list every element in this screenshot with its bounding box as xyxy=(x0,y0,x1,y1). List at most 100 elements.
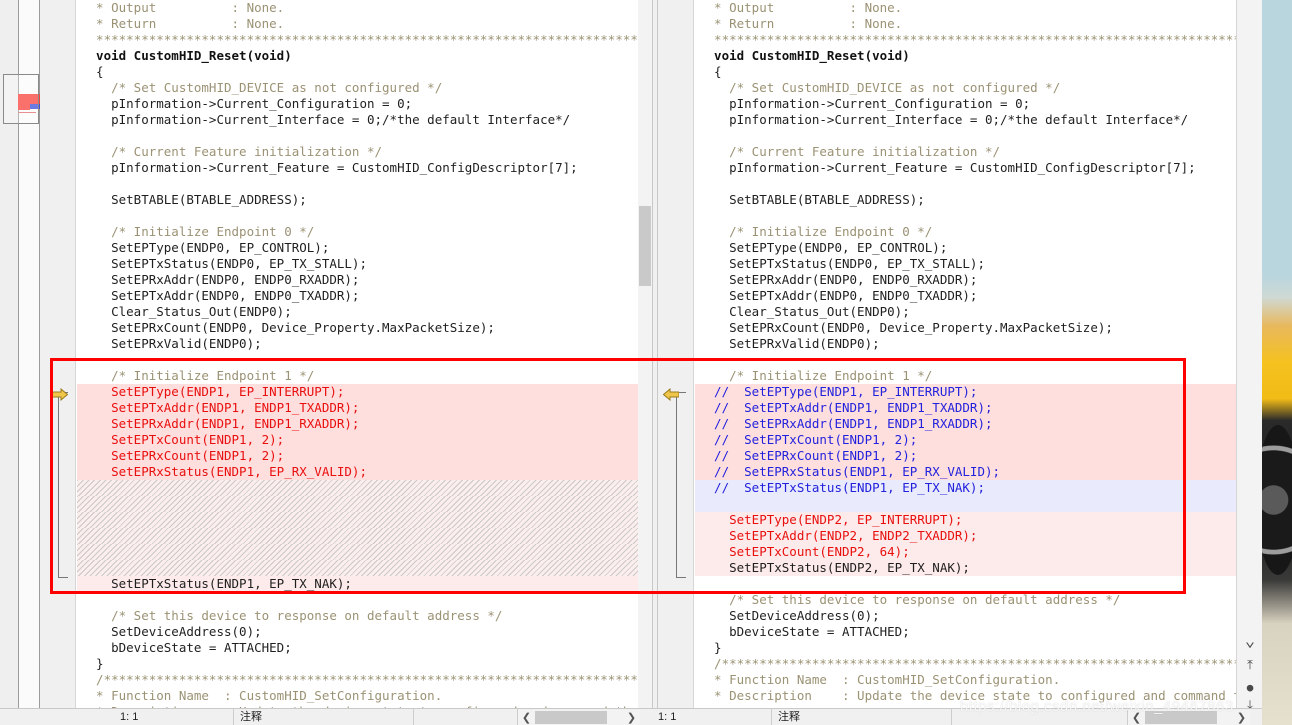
code-line[interactable]: SetDeviceAddress(0); xyxy=(695,608,1248,624)
code-line[interactable]: bDeviceState = ATTACHED; xyxy=(695,624,1248,640)
right-horizontal-scrollbar[interactable]: ❮ ❯ xyxy=(1128,710,1250,725)
code-line[interactable]: SetEPTxStatus(ENDP0, EP_TX_STALL); xyxy=(695,256,1248,272)
code-line[interactable] xyxy=(77,128,638,144)
code-line[interactable]: void CustomHID_Reset(void) xyxy=(77,48,638,64)
code-line[interactable]: /* Initialize Endpoint 1 */ xyxy=(695,368,1248,384)
overview-viewport-indicator[interactable] xyxy=(3,74,39,124)
code-line[interactable]: // SetEPRxAddr(ENDP1, ENDP1_RXADDR); xyxy=(695,416,1248,432)
code-line[interactable] xyxy=(77,528,638,544)
code-line[interactable]: /* Initialize Endpoint 0 */ xyxy=(77,224,638,240)
change-navigation-column[interactable]: ⌄ ⤒ ● ⤓ xyxy=(1236,0,1263,713)
right-hscroll-track[interactable] xyxy=(1145,711,1233,724)
code-line[interactable]: pInformation->Current_Configuration = 0; xyxy=(695,96,1248,112)
code-line[interactable]: // SetEPType(ENDP1, EP_INTERRUPT); xyxy=(695,384,1248,400)
code-line[interactable] xyxy=(77,592,638,608)
code-line[interactable]: SetEPType(ENDP1, EP_INTERRUPT); xyxy=(77,384,638,400)
right-change-gutter[interactable] xyxy=(658,0,694,708)
change-marker-arrow-right-icon[interactable] xyxy=(52,388,68,401)
left-hscroll-left-arrow[interactable]: ❮ xyxy=(518,711,535,724)
code-line[interactable]: SetEPTxAddr(ENDP1, ENDP1_TXADDR); xyxy=(77,400,638,416)
code-line[interactable]: SetEPTxStatus(ENDP2, EP_TX_NAK); xyxy=(695,560,1248,576)
code-line[interactable]: /* Initialize Endpoint 1 */ xyxy=(77,368,638,384)
code-line[interactable]: { xyxy=(695,64,1248,80)
code-line[interactable]: SetEPTxAddr(ENDP0, ENDP0_TXADDR); xyxy=(695,288,1248,304)
code-line[interactable]: SetEPTxStatus(ENDP1, EP_TX_NAK); xyxy=(77,576,638,592)
code-line[interactable]: void CustomHID_Reset(void) xyxy=(695,48,1248,64)
code-line[interactable]: Clear_Status_Out(ENDP0); xyxy=(695,304,1248,320)
code-line[interactable]: SetDeviceAddress(0); xyxy=(77,624,638,640)
code-line[interactable]: /* Set this device to response on defaul… xyxy=(695,592,1248,608)
diff-overview-minimap[interactable] xyxy=(0,0,40,708)
code-line[interactable]: SetEPRxAddr(ENDP0, ENDP0_RXADDR); xyxy=(695,272,1248,288)
code-line[interactable] xyxy=(77,544,638,560)
code-line[interactable] xyxy=(77,208,638,224)
code-line[interactable] xyxy=(77,560,638,576)
code-line[interactable]: SetEPTxAddr(ENDP2, ENDP2_TXADDR); xyxy=(695,528,1248,544)
code-line[interactable]: /* Set CustomHID_DEVICE as not configure… xyxy=(77,80,638,96)
code-line[interactable]: pInformation->Current_Feature = CustomHI… xyxy=(77,160,638,176)
code-line[interactable] xyxy=(695,176,1248,192)
code-line[interactable]: SetEPRxCount(ENDP1, 2); xyxy=(77,448,638,464)
left-diff-pane[interactable]: * Output : None. * Return : None. ******… xyxy=(40,0,652,708)
right-diff-pane[interactable]: * Output : None. * Return : None. ******… xyxy=(658,0,1262,708)
code-line[interactable]: /***************************************… xyxy=(695,656,1248,672)
code-line[interactable]: // SetEPTxAddr(ENDP1, ENDP1_TXADDR); xyxy=(695,400,1248,416)
code-line[interactable]: SetEPRxAddr(ENDP0, ENDP0_RXADDR); xyxy=(77,272,638,288)
code-line[interactable] xyxy=(695,352,1248,368)
code-line[interactable]: /* Current Feature initialization */ xyxy=(77,144,638,160)
code-line[interactable]: SetEPTxCount(ENDP2, 64); xyxy=(695,544,1248,560)
code-line[interactable]: ****************************************… xyxy=(77,32,638,48)
code-line[interactable]: pInformation->Current_Interface = 0;/*th… xyxy=(77,112,638,128)
code-line[interactable]: SetEPType(ENDP2, EP_INTERRUPT); xyxy=(695,512,1248,528)
code-line[interactable]: pInformation->Current_Feature = CustomHI… xyxy=(695,160,1248,176)
right-hscroll-left-arrow[interactable]: ❮ xyxy=(1128,711,1145,724)
code-line[interactable] xyxy=(77,496,638,512)
code-line[interactable]: pInformation->Current_Interface = 0;/*th… xyxy=(695,112,1248,128)
code-line[interactable]: Clear_Status_Out(ENDP0); xyxy=(77,304,638,320)
code-line[interactable]: /* Initialize Endpoint 0 */ xyxy=(695,224,1248,240)
left-hscroll-track[interactable] xyxy=(535,711,623,724)
left-code-text[interactable]: * Output : None. * Return : None. ******… xyxy=(77,0,638,708)
code-line[interactable]: /* Current Feature initialization */ xyxy=(695,144,1248,160)
code-line[interactable]: * Return : None. xyxy=(77,16,638,32)
code-line[interactable]: /* Set this device to response on defaul… xyxy=(77,608,638,624)
code-line[interactable]: // SetEPTxCount(ENDP1, 2); xyxy=(695,432,1248,448)
code-line[interactable]: ****************************************… xyxy=(695,32,1248,48)
code-line[interactable] xyxy=(77,176,638,192)
code-line[interactable]: * Return : None. xyxy=(695,16,1248,32)
code-line[interactable]: SetEPRxCount(ENDP0, Device_Property.MaxP… xyxy=(695,320,1248,336)
code-line[interactable]: SetEPType(ENDP0, EP_CONTROL); xyxy=(77,240,638,256)
code-line[interactable]: SetEPType(ENDP0, EP_CONTROL); xyxy=(695,240,1248,256)
left-scrollbar-thumb[interactable] xyxy=(639,206,651,286)
code-line[interactable]: SetEPTxStatus(ENDP0, EP_TX_STALL); xyxy=(77,256,638,272)
code-line[interactable] xyxy=(695,496,1248,512)
code-line[interactable]: } xyxy=(77,656,638,672)
code-line[interactable]: SetBTABLE(BTABLE_ADDRESS); xyxy=(77,192,638,208)
code-line[interactable] xyxy=(695,208,1248,224)
code-line[interactable]: } xyxy=(695,640,1248,656)
code-line[interactable]: SetEPRxValid(ENDP0); xyxy=(77,336,638,352)
code-line[interactable]: pInformation->Current_Configuration = 0; xyxy=(77,96,638,112)
code-line[interactable]: SetEPTxCount(ENDP1, 2); xyxy=(77,432,638,448)
code-line[interactable]: * Function Name : CustomHID_SetConfigura… xyxy=(695,672,1248,688)
code-line[interactable]: /* Set CustomHID_DEVICE as not configure… xyxy=(695,80,1248,96)
left-change-gutter[interactable] xyxy=(40,0,76,708)
right-hscroll-thumb[interactable] xyxy=(1145,711,1217,724)
right-code-text[interactable]: * Output : None. * Return : None. ******… xyxy=(695,0,1248,708)
chevron-down-icon[interactable]: ⌄ xyxy=(1237,630,1263,652)
code-line[interactable]: { xyxy=(77,64,638,80)
code-line[interactable]: * Function Name : CustomHID_SetConfigura… xyxy=(77,688,638,704)
left-vertical-scrollbar[interactable] xyxy=(638,0,652,708)
code-line[interactable] xyxy=(77,352,638,368)
code-line[interactable] xyxy=(695,576,1248,592)
left-hscroll-thumb[interactable] xyxy=(535,711,607,724)
code-line[interactable]: // SetEPRxStatus(ENDP1, EP_RX_VALID); xyxy=(695,464,1248,480)
code-line[interactable]: * Description : Update the device state … xyxy=(695,688,1248,704)
change-marker-arrow-left-icon[interactable] xyxy=(663,388,679,401)
code-line[interactable] xyxy=(77,512,638,528)
code-line[interactable]: SetBTABLE(BTABLE_ADDRESS); xyxy=(695,192,1248,208)
left-horizontal-scrollbar[interactable]: ❮ ❯ xyxy=(518,710,640,725)
right-hscroll-right-arrow[interactable]: ❯ xyxy=(1233,711,1250,724)
code-line[interactable] xyxy=(77,480,638,496)
code-line[interactable]: SetEPTxAddr(ENDP0, ENDP0_TXADDR); xyxy=(77,288,638,304)
